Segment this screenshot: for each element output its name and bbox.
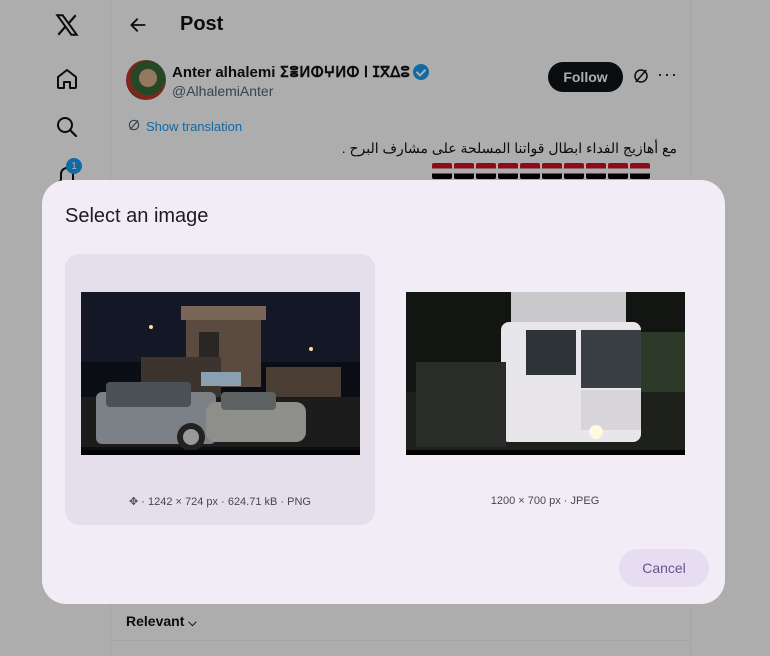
dialog-title: Select an image	[65, 205, 209, 227]
move-icon: ✥	[129, 496, 139, 508]
image-option-1[interactable]: ✥ · 1242 × 724 px · 624.71 kB · PNG	[65, 254, 375, 525]
image-option-1-meta-text: · 1242 × 724 px · 624.71 kB · PNG	[141, 496, 311, 508]
select-image-dialog: Select an image ✥ · 1242 × 724 px · 624.…	[42, 180, 725, 604]
image-thumbnail-white-truck	[406, 292, 685, 455]
image-option-2-meta: 1200 × 700 px · JPEG	[490, 495, 600, 507]
image-thumbnail-night-street	[81, 292, 360, 455]
cancel-button[interactable]: Cancel	[619, 549, 709, 587]
image-option-1-meta: ✥ · 1242 × 724 px · 624.71 kB · PNG	[65, 495, 375, 508]
page: 1 Post Anter alhalemi ⵉⴻⵍⵀⵖⵍⵀ ⵏ ⵊⴳⵠⵓ @Al…	[0, 0, 770, 656]
image-option-2[interactable]: 1200 × 700 px · JPEG	[390, 254, 700, 525]
